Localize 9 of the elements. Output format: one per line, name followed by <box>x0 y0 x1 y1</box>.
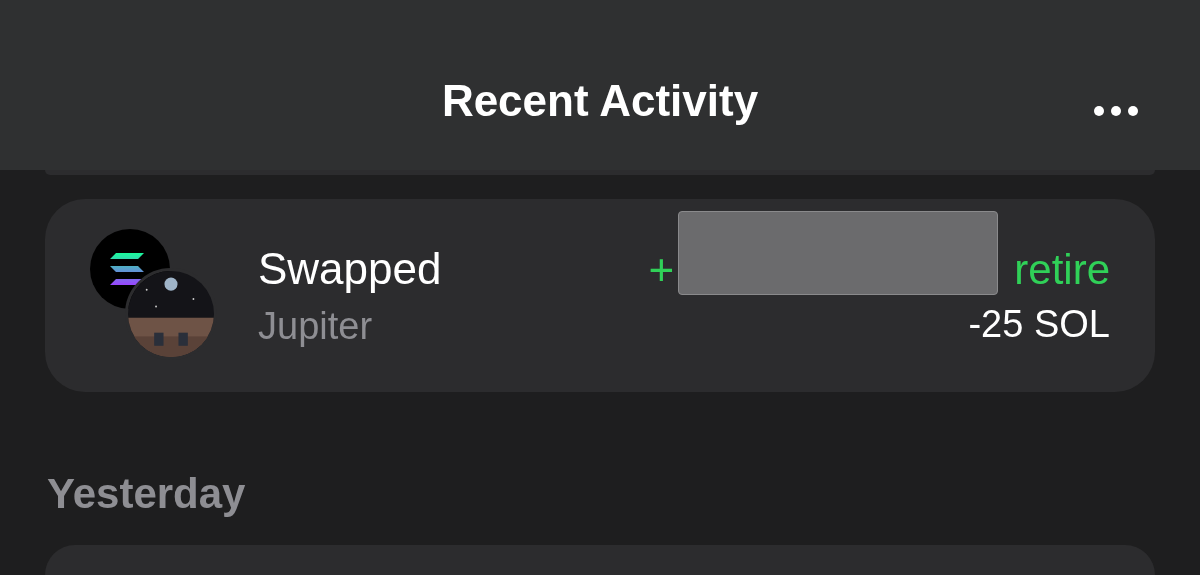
activity-card[interactable]: Swapped Jupiter + retire -25 SOL <box>45 199 1155 392</box>
received-amount: retire <box>1014 244 1110 295</box>
sent-amount: -25 SOL <box>968 301 1110 347</box>
header-title: Recent Activity <box>441 75 759 127</box>
activity-subtitle: Jupiter <box>258 303 374 349</box>
section-heading: Yesterday <box>47 469 247 519</box>
activity-title: Swapped <box>258 242 442 295</box>
plus-sign: + <box>648 244 675 295</box>
more-icon[interactable] <box>1094 106 1138 116</box>
